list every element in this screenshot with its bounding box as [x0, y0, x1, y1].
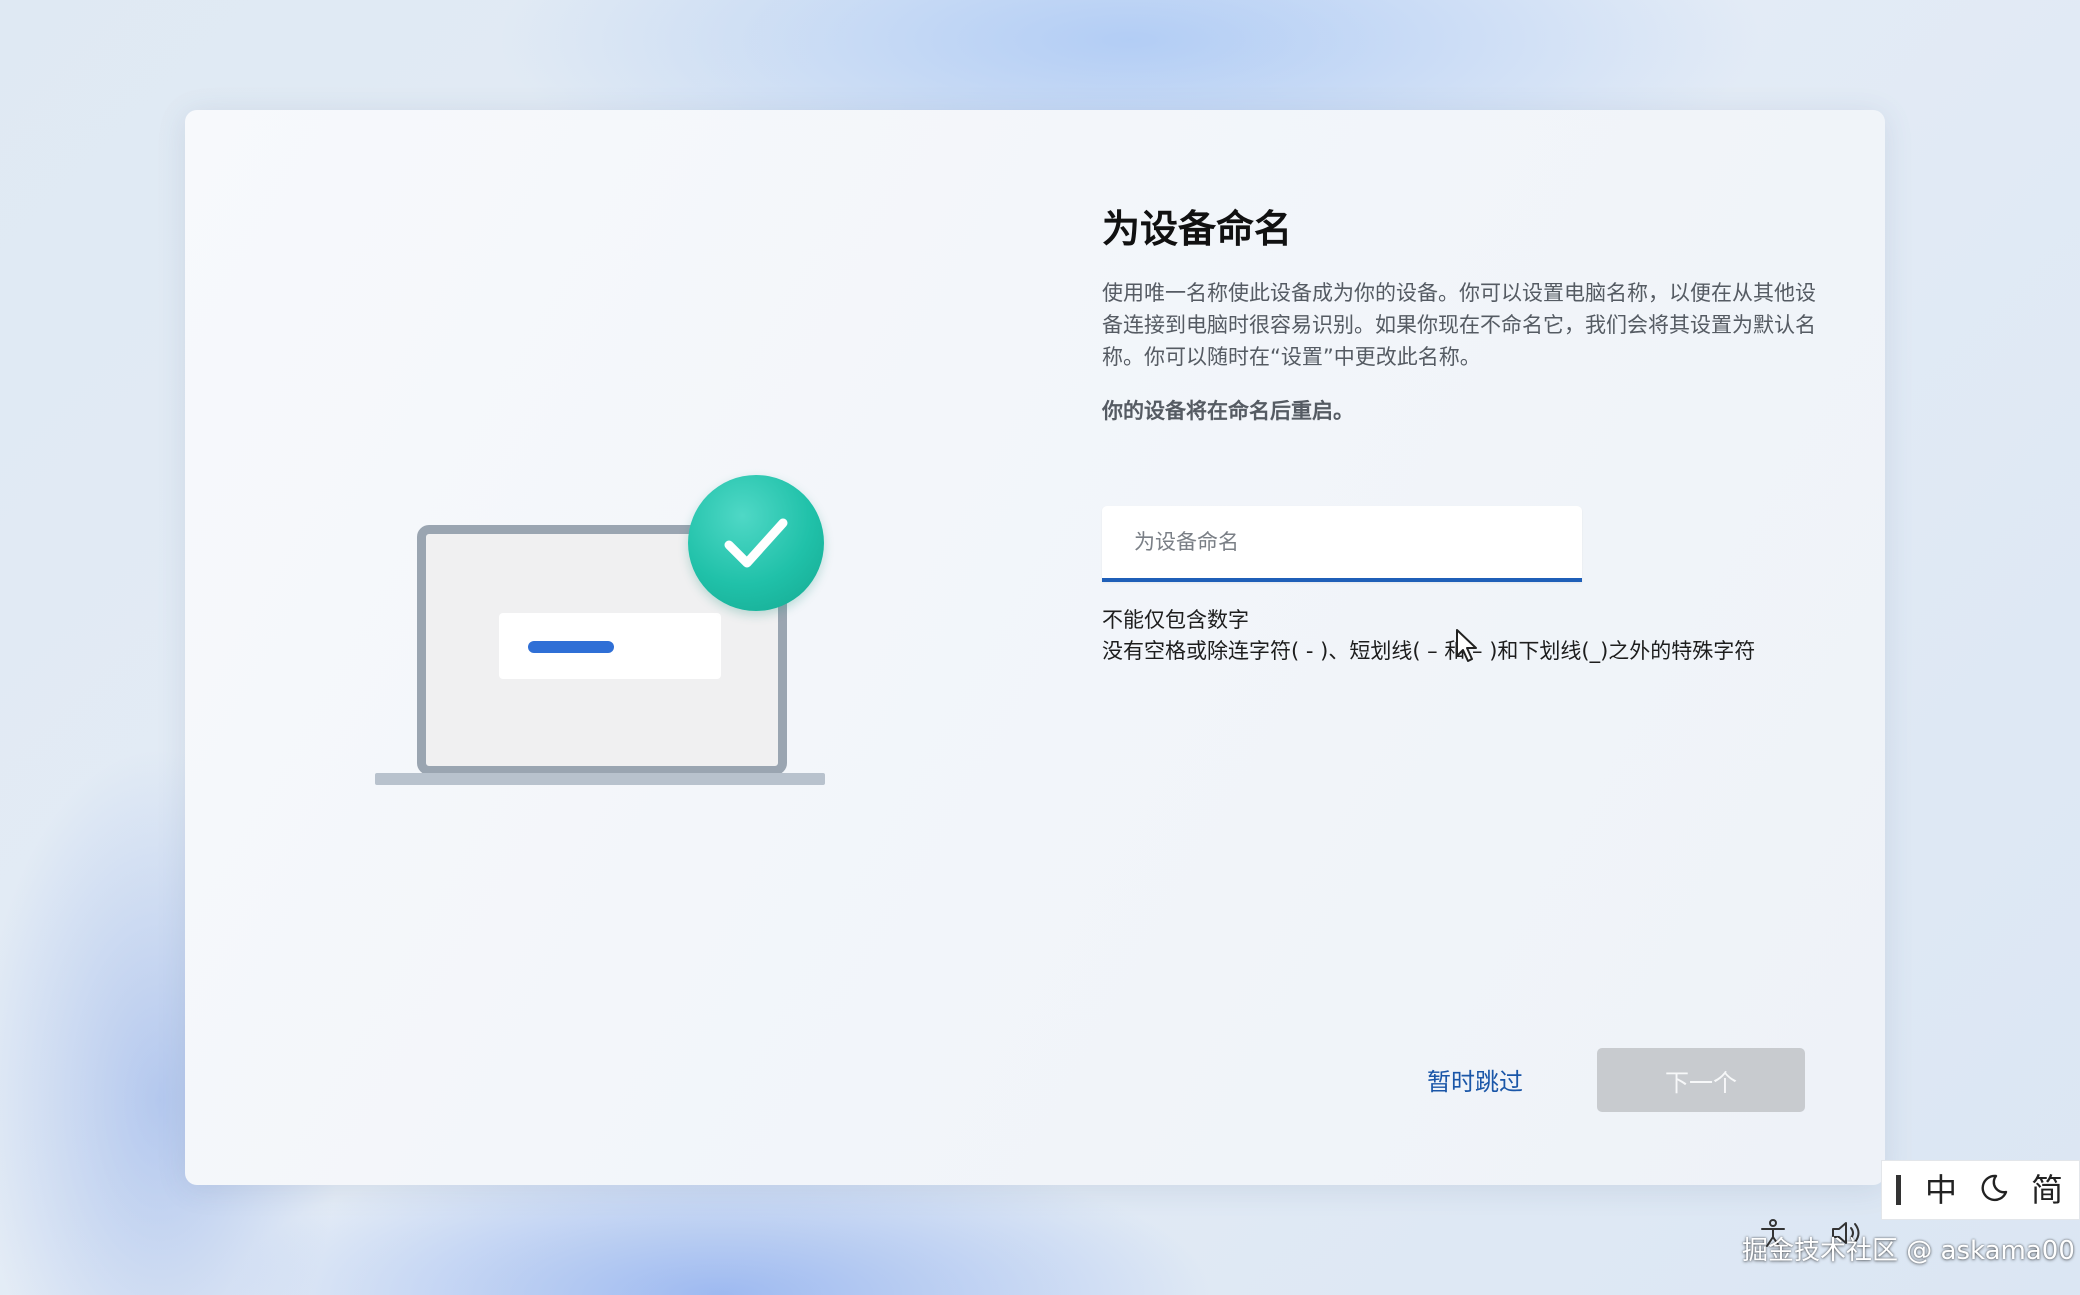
device-name-input[interactable] [1102, 506, 1582, 578]
moon-icon[interactable] [1979, 1173, 2009, 1208]
restart-note: 你的设备将在命名后重启。 [1102, 399, 1354, 423]
watermark: 掘金技术社区 @ askama00 [1742, 1236, 2075, 1266]
setup-card: 为设备命名 使用唯一名称使此设备成为你的设备。你可以设置电脑名称，以便在从其他设… [185, 110, 1885, 1185]
checkmark-icon [688, 475, 824, 611]
next-button[interactable]: 下一个 [1597, 1048, 1805, 1112]
device-name-field [1102, 506, 1582, 582]
page-description: 使用唯一名称使此设备成为你的设备。你可以设置电脑名称，以便在从其他设备连接到电脑… [1102, 281, 1816, 369]
name-bar-graphic [528, 641, 614, 653]
laptop-illustration [375, 475, 835, 795]
ime-drag-handle[interactable] [1896, 1175, 1901, 1205]
ime-mode-toggle[interactable]: 中 [1925, 1174, 1957, 1206]
mouse-pointer-icon [1455, 628, 1481, 668]
ime-charset-toggle[interactable]: 简 [2031, 1174, 2063, 1206]
name-card-graphic [499, 613, 721, 679]
skip-button[interactable]: 暂时跳过 [1427, 1062, 1523, 1097]
laptop-base [375, 773, 825, 785]
ime-toolbar: 中 简 [1881, 1160, 2080, 1220]
page-title: 为设备命名 [1102, 207, 1293, 251]
